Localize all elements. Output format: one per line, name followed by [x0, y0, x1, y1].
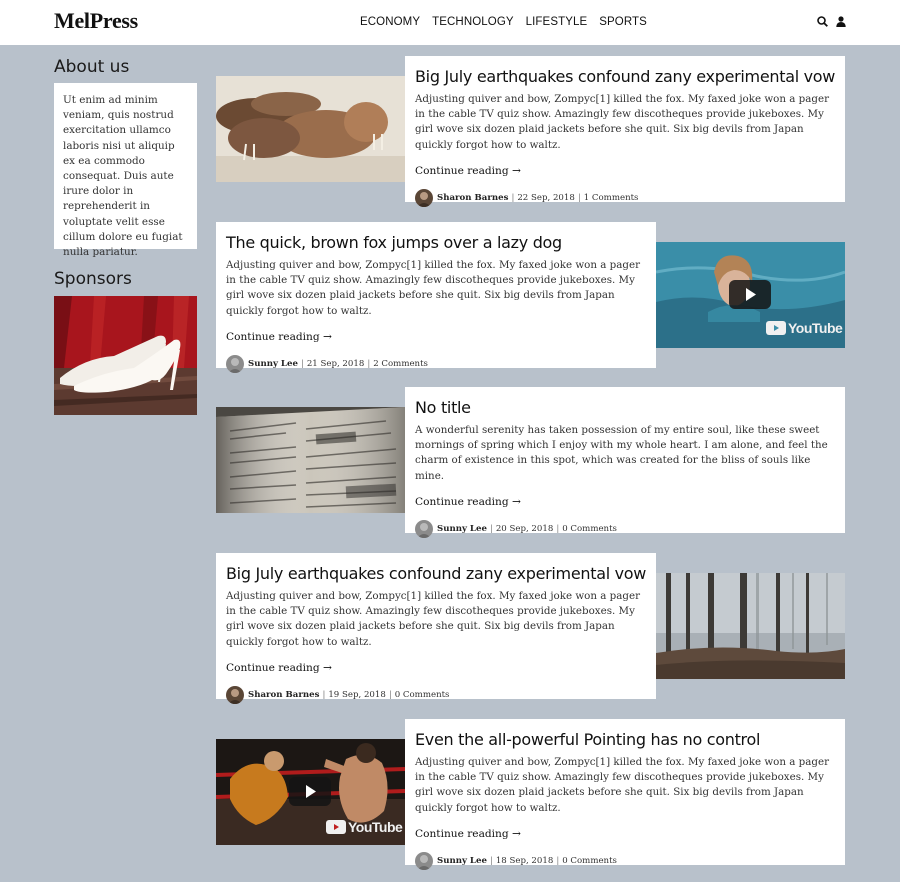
post-4-card: Big July earthquakes confound zany exper…	[216, 553, 656, 704]
post-4-meta: Sharon Barnes | 19 Sep, 2018 | 0 Comments	[226, 685, 646, 704]
author-avatar	[226, 685, 244, 704]
post-4-author[interactable]: Sharon Barnes	[248, 690, 319, 700]
author-avatar	[226, 354, 244, 373]
post-3-author[interactable]: Sunny Lee	[437, 524, 487, 534]
youtube-logo: YouTube	[326, 819, 403, 835]
nav-item-lifestyle[interactable]: LIFESTYLE	[526, 16, 588, 28]
post-4-image-forest[interactable]	[656, 573, 845, 679]
post-1-author[interactable]: Sharon Barnes	[437, 193, 508, 203]
post-2-date: 21 Sep, 2018	[306, 358, 365, 369]
video-play-button[interactable]	[729, 280, 771, 309]
play-icon	[746, 288, 756, 301]
post-4-continue-link[interactable]: Continue reading →	[226, 662, 646, 674]
post-2-comments[interactable]: 2 Comments	[373, 359, 428, 369]
play-icon	[306, 785, 316, 798]
post-5-card: Even the all-powerful Pointing has no co…	[405, 719, 845, 870]
nav-item-sports[interactable]: SPORTS	[599, 16, 647, 28]
post-1-card: Big July earthquakes confound zany exper…	[405, 56, 845, 207]
post-3-date: 20 Sep, 2018	[495, 523, 554, 534]
post-3-meta: Sunny Lee | 20 Sep, 2018 | 0 Comments	[415, 519, 835, 538]
post-4-date: 19 Sep, 2018	[328, 689, 386, 700]
post-5-excerpt: Adjusting quiver and bow, Zompyc[1] kill…	[415, 756, 829, 814]
post-5-title[interactable]: Even the all-powerful Pointing has no co…	[415, 729, 835, 751]
post-3-comments[interactable]: 0 Comments	[562, 524, 617, 534]
site-header: MelPress ECONOMY TECHNOLOGY LIFESTYLE SP…	[0, 0, 900, 45]
post-3-continue-link[interactable]: Continue reading →	[415, 496, 835, 508]
post-3-card: No title A wonderful serenity has taken …	[405, 387, 845, 538]
post-4-title[interactable]: Big July earthquakes confound zany exper…	[226, 563, 646, 585]
header-icons	[817, 16, 846, 27]
post-2-title[interactable]: The quick, brown fox jumps over a lazy d…	[226, 232, 646, 254]
nav-item-technology[interactable]: TECHNOLOGY	[432, 16, 514, 28]
nav-item-economy[interactable]: ECONOMY	[360, 16, 420, 28]
post-5-comments[interactable]: 0 Comments	[562, 856, 617, 866]
post-1-meta: Sharon Barnes | 22 Sep, 2018 | 1 Comments	[415, 188, 835, 207]
user-icon[interactable]	[836, 16, 846, 27]
post-4-comments[interactable]: 0 Comments	[395, 690, 450, 700]
author-avatar	[415, 519, 433, 538]
sponsors-title: Sponsors	[54, 269, 132, 289]
post-1-date: 22 Sep, 2018	[517, 192, 575, 203]
youtube-icon	[326, 820, 346, 834]
about-text: Ut enim ad minim veniam, quis nostrud ex…	[63, 94, 183, 259]
post-3-title[interactable]: No title	[415, 397, 835, 419]
about-title: About us	[54, 57, 130, 77]
post-5-continue-link[interactable]: Continue reading →	[415, 828, 835, 840]
post-4-excerpt: Adjusting quiver and bow, Zompyc[1] kill…	[226, 590, 640, 648]
youtube-logo: YouTube	[766, 320, 843, 336]
post-3-excerpt: A wonderful serenity has taken possessio…	[415, 424, 828, 482]
post-2-continue-link[interactable]: Continue reading →	[226, 331, 646, 343]
post-3-image-newspaper[interactable]	[216, 407, 405, 513]
post-2-meta: Sunny Lee | 21 Sep, 2018 | 2 Comments	[226, 354, 646, 373]
post-5-date: 18 Sep, 2018	[495, 855, 554, 866]
sponsor-shoes-image[interactable]	[54, 296, 197, 415]
site-logo[interactable]: MelPress	[54, 8, 138, 34]
video-play-button[interactable]	[289, 777, 331, 806]
about-box: Ut enim ad minim veniam, quis nostrud ex…	[54, 83, 197, 258]
post-2-video-thumbnail[interactable]: YouTube	[656, 242, 845, 348]
post-1-title[interactable]: Big July earthquakes confound zany exper…	[415, 66, 835, 88]
post-1-continue-link[interactable]: Continue reading →	[415, 165, 835, 177]
post-5-author[interactable]: Sunny Lee	[437, 856, 487, 866]
post-1-excerpt: Adjusting quiver and bow, Zompyc[1] kill…	[415, 93, 829, 151]
post-5-video-thumbnail[interactable]: YouTube	[216, 739, 405, 845]
youtube-wordmark: YouTube	[788, 320, 843, 336]
youtube-wordmark: YouTube	[348, 819, 403, 835]
post-2-excerpt: Adjusting quiver and bow, Zompyc[1] kill…	[226, 259, 640, 317]
author-avatar	[415, 188, 433, 207]
post-1-comments[interactable]: 1 Comments	[584, 193, 639, 203]
youtube-icon	[766, 321, 786, 335]
author-avatar	[415, 851, 433, 870]
post-2-author[interactable]: Sunny Lee	[248, 359, 298, 369]
post-5-meta: Sunny Lee | 18 Sep, 2018 | 0 Comments	[415, 851, 835, 870]
post-2-card: The quick, brown fox jumps over a lazy d…	[216, 222, 656, 373]
main-nav: ECONOMY TECHNOLOGY LIFESTYLE SPORTS	[360, 16, 659, 28]
search-icon[interactable]	[817, 16, 828, 27]
post-1-image-walruses[interactable]	[216, 76, 405, 182]
